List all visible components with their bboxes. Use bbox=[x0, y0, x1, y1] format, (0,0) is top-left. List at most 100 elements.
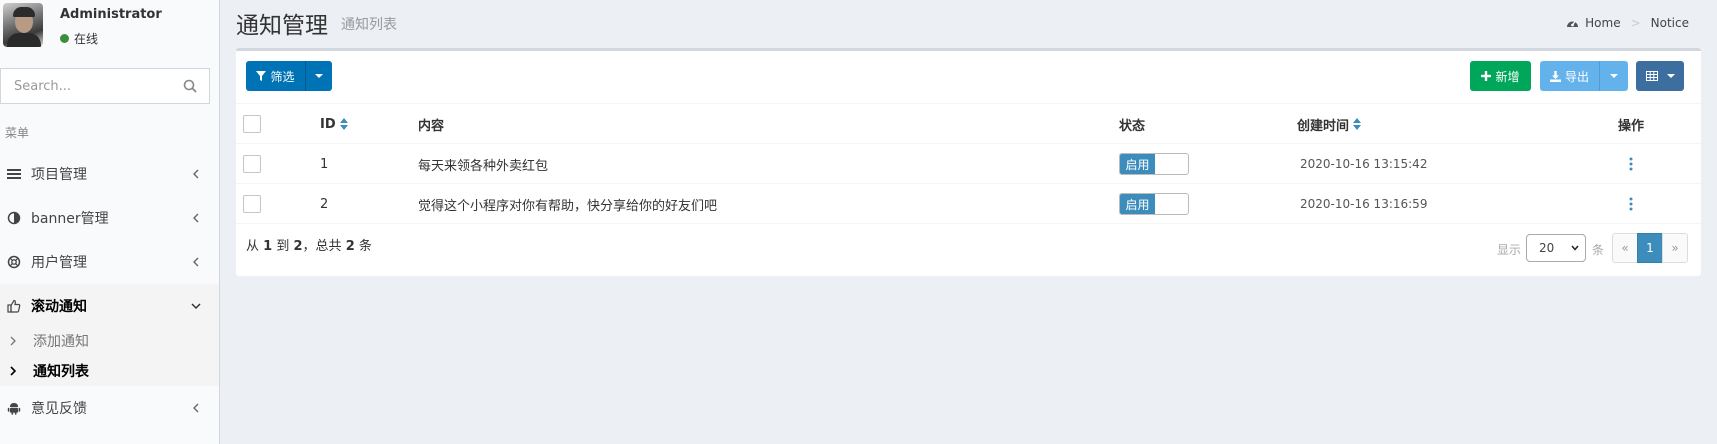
adjust-icon bbox=[7, 211, 21, 225]
notice-list-box: 筛选 新增 导出 ID 内容 状态 创建时间 操作 1 每天来领各种外卖红包 启… bbox=[236, 48, 1701, 276]
pagination-next[interactable]: » bbox=[1662, 233, 1688, 263]
breadcrumb-separator: > bbox=[1630, 16, 1641, 30]
list-icon bbox=[7, 169, 21, 179]
pagination: « 1 » bbox=[1612, 233, 1688, 263]
breadcrumb-home-link[interactable]: Home bbox=[1585, 16, 1620, 30]
status-toggle[interactable]: 启用 bbox=[1119, 153, 1189, 175]
search-icon[interactable] bbox=[183, 79, 197, 93]
chevron-left-icon bbox=[193, 169, 199, 179]
column-header-created[interactable]: 创建时间 bbox=[1297, 104, 1362, 144]
submenu-item-label: 添加通知 bbox=[33, 334, 89, 350]
user-status-label: 在线 bbox=[74, 32, 99, 46]
summary-text: 从 bbox=[246, 239, 260, 254]
chevron-down-icon bbox=[191, 303, 201, 310]
caret-down-icon bbox=[1610, 74, 1618, 78]
sidebar-item-label: 意见反馈 bbox=[31, 401, 87, 417]
chevron-right-icon bbox=[10, 336, 16, 346]
status-toggle[interactable]: 启用 bbox=[1119, 193, 1189, 215]
sort-icon[interactable] bbox=[339, 118, 348, 130]
status-toggle-label: 启用 bbox=[1120, 154, 1155, 174]
dashboard-icon bbox=[1567, 21, 1579, 27]
export-button-label: 导出 bbox=[1564, 69, 1589, 84]
user-status: 在线 bbox=[60, 30, 98, 47]
table-row: 1 每天来领各种外卖红包 启用 2020-10-16 13:15:42 bbox=[236, 144, 1701, 184]
sidebar-item-feedback[interactable]: 意见反馈 bbox=[0, 386, 219, 430]
online-dot-icon bbox=[60, 34, 69, 43]
page-subtitle: 通知列表 bbox=[341, 17, 397, 33]
avatar bbox=[3, 3, 43, 47]
summary-text: 到 bbox=[276, 239, 290, 254]
pagination-page[interactable]: 1 bbox=[1637, 233, 1663, 263]
chevron-left-icon bbox=[193, 213, 199, 223]
per-page-unit: 条 bbox=[1592, 243, 1605, 257]
chevron-down-icon bbox=[1571, 245, 1579, 251]
chevron-right-icon bbox=[10, 366, 17, 376]
filter-button-label: 筛选 bbox=[270, 69, 295, 84]
chevron-left-icon bbox=[193, 403, 199, 413]
row-checkbox[interactable] bbox=[243, 195, 261, 213]
summary-text: ，总共 bbox=[302, 239, 342, 254]
user-name: Administrator bbox=[60, 7, 162, 22]
cell-id: 1 bbox=[320, 156, 329, 172]
table-header-row: ID 内容 状态 创建时间 操作 bbox=[236, 104, 1701, 144]
sidebar-search bbox=[0, 68, 210, 104]
menu-header: 菜单 bbox=[5, 126, 30, 140]
create-button-label: 新增 bbox=[1495, 69, 1520, 84]
android-icon bbox=[7, 403, 21, 415]
sort-icon[interactable] bbox=[1353, 118, 1362, 130]
export-button[interactable]: 导出 bbox=[1540, 61, 1600, 91]
column-header-actions: 操作 bbox=[1618, 118, 1645, 134]
row-checkbox[interactable] bbox=[243, 155, 261, 173]
per-page-select[interactable]: 20 bbox=[1526, 234, 1586, 262]
cell-created: 2020-10-16 13:16:59 bbox=[1300, 197, 1428, 211]
cell-content: 觉得这个小程序对你有帮助，快分享给你的好友们吧 bbox=[418, 198, 718, 214]
search-input[interactable] bbox=[1, 69, 171, 103]
sidebar-item-label: banner管理 bbox=[31, 211, 109, 227]
summary-to: 2 bbox=[293, 239, 303, 254]
life-ring-icon bbox=[7, 255, 21, 269]
plus-icon bbox=[1481, 71, 1492, 81]
user-panel: Administrator 在线 bbox=[0, 0, 219, 50]
table-icon bbox=[1645, 71, 1658, 81]
page-title: 通知管理 bbox=[236, 13, 328, 39]
column-header-label: ID bbox=[320, 116, 336, 132]
filter-dropdown-toggle[interactable] bbox=[306, 61, 332, 91]
breadcrumb-current: Notice bbox=[1650, 16, 1689, 30]
pagination-summary: 从 1 到 2，总共 2 条 bbox=[246, 235, 372, 254]
sidebar-item-label: 滚动通知 bbox=[31, 299, 87, 315]
sidebar-item-banner[interactable]: banner管理 bbox=[0, 196, 219, 240]
filter-icon bbox=[256, 71, 267, 81]
filter-button[interactable]: 筛选 bbox=[246, 61, 306, 91]
chevron-left-icon bbox=[193, 257, 199, 267]
summary-total: 2 bbox=[345, 239, 355, 254]
more-actions-icon[interactable] bbox=[1629, 197, 1633, 211]
cell-created: 2020-10-16 13:15:42 bbox=[1300, 157, 1428, 171]
status-toggle-label: 启用 bbox=[1120, 194, 1155, 214]
sidebar-item-users[interactable]: 用户管理 bbox=[0, 240, 219, 284]
sidebar-item-label: 用户管理 bbox=[31, 255, 87, 271]
cell-id: 2 bbox=[320, 196, 329, 212]
sidebar-item-label: 项目管理 bbox=[31, 167, 87, 183]
caret-down-icon bbox=[1666, 74, 1675, 78]
select-all-checkbox[interactable] bbox=[243, 115, 261, 133]
cell-content: 每天来领各种外卖红包 bbox=[418, 158, 549, 174]
column-header-status: 状态 bbox=[1119, 118, 1146, 134]
summary-text: 条 bbox=[358, 239, 372, 254]
more-actions-icon[interactable] bbox=[1629, 157, 1633, 171]
per-page-value: 20 bbox=[1539, 241, 1555, 255]
column-header-label: 创建时间 bbox=[1297, 118, 1350, 134]
sidebar: Administrator 在线 菜单 项目管理 banner管理 bbox=[0, 0, 220, 444]
column-header-id[interactable]: ID bbox=[320, 104, 348, 144]
caret-down-icon bbox=[315, 74, 323, 78]
pagination-prev[interactable]: « bbox=[1612, 233, 1638, 263]
per-page-label: 显示 bbox=[1497, 243, 1522, 257]
table-row: 2 觉得这个小程序对你有帮助，快分享给你的好友们吧 启用 2020-10-16 … bbox=[236, 184, 1701, 224]
submenu-item-notice-list[interactable]: 通知列表 bbox=[0, 357, 219, 385]
submenu-item-label: 通知列表 bbox=[33, 364, 89, 380]
create-button[interactable]: 新增 bbox=[1470, 61, 1531, 91]
download-icon bbox=[1549, 70, 1561, 82]
submenu-item-add-notice[interactable]: 添加通知 bbox=[0, 327, 219, 355]
export-dropdown-toggle[interactable] bbox=[1600, 61, 1628, 91]
column-selector-button[interactable] bbox=[1636, 61, 1684, 91]
sidebar-item-projects[interactable]: 项目管理 bbox=[0, 152, 219, 196]
